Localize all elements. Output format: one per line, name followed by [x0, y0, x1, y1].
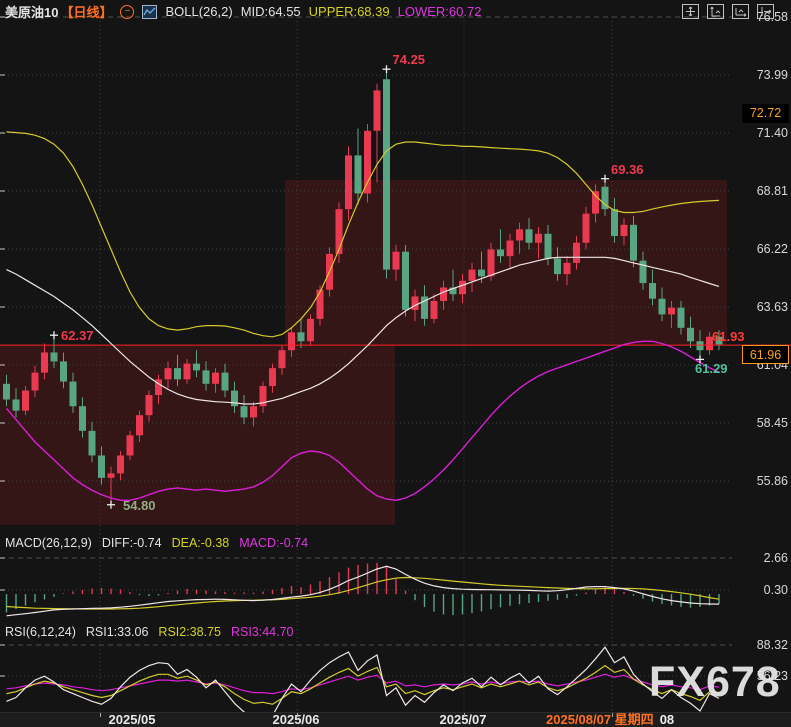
price-flag: 61.96: [742, 345, 789, 364]
boll-indicator-label: BOLL(26,2): [165, 4, 232, 19]
rsi3-value: RSI3:44.70: [231, 625, 294, 639]
macd-diff-value: DIFF:-0.74: [102, 536, 162, 550]
month-label: 2025/05: [109, 713, 156, 727]
y-axis-adjust-icon[interactable]: [707, 4, 724, 19]
current-date-label: 2025/08/07 星期四08: [546, 713, 674, 727]
price-flag: 72.72: [742, 104, 789, 123]
boll-upper-value: UPPER:68.39: [309, 4, 390, 19]
y-axis-label: 66.22: [735, 241, 788, 257]
axis-tick: [612, 713, 613, 717]
price-extreme-label: 61.29: [695, 361, 728, 376]
chart-canvas[interactable]: [0, 0, 791, 727]
month-label: 2025/06: [273, 713, 320, 727]
month-label: 2025/07: [440, 713, 487, 727]
macd-axis-label: 0.30: [735, 582, 788, 598]
macd-macd-value: MACD:-0.74: [239, 536, 308, 550]
x-axis-adjust-icon[interactable]: [732, 4, 749, 19]
axis-tick: [297, 713, 298, 717]
zoom-out-icon[interactable]: −: [120, 5, 134, 19]
time-axis[interactable]: 2025/08/07 星期四08 2025/05 2025/06 2025/07: [0, 712, 791, 727]
macd-dea-value: DEA:-0.38: [172, 536, 230, 550]
chart-toolbar: [682, 4, 774, 19]
chart-header: 美原油10 【日线】 − BOLL(26,2) MID:64.55 UPPER:…: [5, 3, 489, 20]
y-axis-label: 68.81: [735, 183, 788, 199]
symbol-name: 美原油10: [5, 2, 58, 21]
price-extreme-label: 69.36: [611, 162, 644, 177]
period-label[interactable]: 【日线】: [60, 2, 112, 21]
fx678-watermark: FX678: [649, 658, 781, 707]
boll-mid-value: MID:64.55: [241, 4, 301, 19]
y-axis-label: 55.86: [735, 473, 788, 489]
indicator-chart-icon[interactable]: [142, 5, 157, 19]
macd-header: MACD(26,12,9) DIFF:-0.74 DEA:-0.38 MACD:…: [5, 536, 308, 550]
y-axis-label: 63.63: [735, 299, 788, 315]
price-extreme-label: 62.37: [61, 328, 94, 343]
rsi1-value: RSI1:33.06: [86, 625, 149, 639]
macd-indicator-label: MACD(26,12,9): [5, 536, 92, 550]
rsi-indicator-label: RSI(6,12,24): [5, 625, 76, 639]
trading-chart-window: 美原油10 【日线】 − BOLL(26,2) MID:64.55 UPPER:…: [0, 0, 791, 727]
move-tool-icon[interactable]: [682, 4, 699, 19]
alert-price-label: 61.93: [712, 329, 745, 344]
axis-tick: [100, 713, 101, 717]
price-extreme-label: 54.80: [123, 498, 156, 513]
pan-right-icon[interactable]: [757, 4, 774, 19]
boll-lower-value: LOWER:60.72: [398, 4, 482, 19]
macd-axis-label: 2.66: [735, 550, 788, 566]
y-axis-label: 71.40: [735, 125, 788, 141]
y-axis-label: 73.99: [735, 67, 788, 83]
rsi2-value: RSI2:38.75: [158, 625, 221, 639]
price-extreme-label: 74.25: [393, 52, 426, 67]
rsi-header: RSI(6,12,24) RSI1:33.06 RSI2:38.75 RSI3:…: [5, 625, 294, 639]
y-axis-label: 58.45: [735, 415, 788, 431]
rsi-axis-label: 88.32: [735, 637, 788, 653]
axis-tick: [464, 713, 465, 717]
